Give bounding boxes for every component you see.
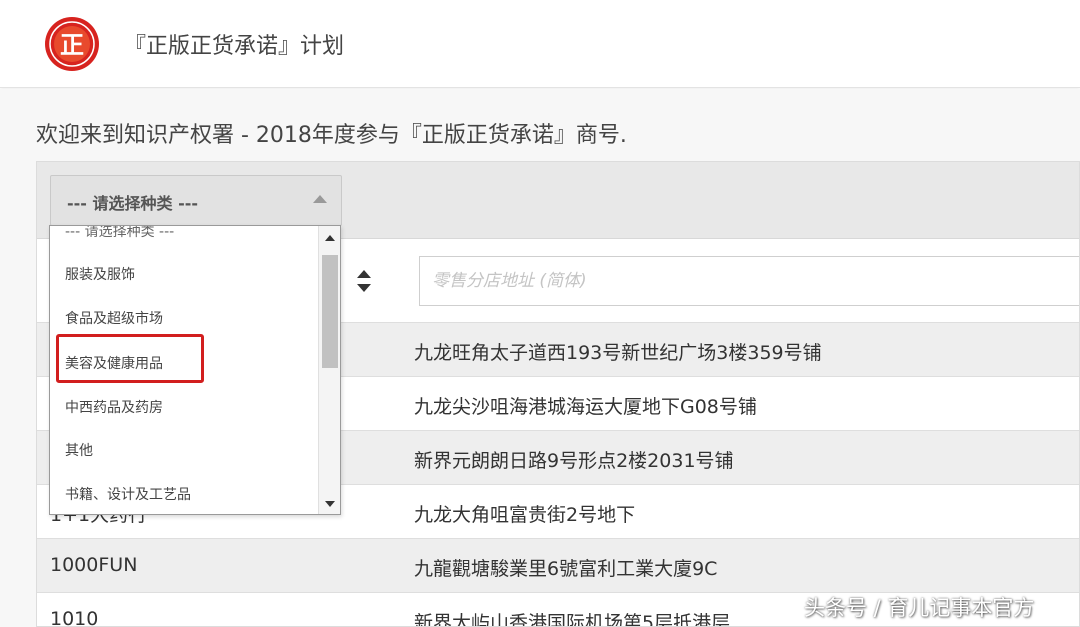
sort-icon[interactable]: [355, 268, 373, 294]
store-address: 九龙尖沙咀海港城海运大厦地下G08号铺: [414, 396, 757, 418]
dropdown-option[interactable]: 书籍、设计及工艺品: [65, 484, 191, 504]
watermark-text: 头条号 / 育儿记事本官方: [804, 596, 1035, 620]
store-name: 1010: [50, 608, 99, 627]
highlight-box: [56, 334, 204, 383]
store-address: 九龍觀塘駿業里6號富利工業大廈9C: [414, 558, 718, 580]
dropdown-scrollbar[interactable]: [318, 226, 340, 514]
app-header: 正 『正版正货承诺』计划: [0, 0, 1080, 88]
chevron-up-icon: [313, 195, 327, 203]
store-name: 1000FUN: [50, 554, 138, 576]
welcome-text: 欢迎来到知识产权署 - 2018年度参与『正版正货承诺』商号.: [36, 123, 627, 148]
page-title: 『正版正货承诺』计划: [124, 34, 345, 59]
dropdown-option[interactable]: 服装及服饰: [65, 264, 135, 284]
dropdown-option[interactable]: 食品及超级市场: [65, 308, 163, 328]
table-row[interactable]: 1000FUN 九龍觀塘駿業里6號富利工業大廈9C: [37, 538, 1079, 592]
scroll-down-icon[interactable]: [325, 501, 335, 507]
address-search-input[interactable]: [419, 256, 1079, 306]
category-select[interactable]: --- 请选择种类 ---: [50, 175, 342, 226]
scrollbar-thumb[interactable]: [322, 255, 338, 368]
zheng-seal-icon: 正: [45, 17, 99, 71]
store-address: 九龙大角咀富贵街2号地下: [414, 504, 636, 526]
dropdown-option[interactable]: 其他: [65, 440, 93, 460]
category-select-value: --- 请选择种类 ---: [67, 194, 198, 213]
dropdown-option[interactable]: 中西药品及药房: [65, 397, 163, 417]
store-address: 新界元朗朗日路9号形点2楼2031号铺: [414, 450, 734, 472]
store-address: 九龙旺角太子道西193号新世纪广场3楼359号铺: [414, 342, 822, 364]
logo-text: 正: [60, 31, 84, 59]
store-address: 新界大屿山香港国际机场第5层抵港层: [414, 612, 731, 627]
dropdown-option[interactable]: --- 请选择种类 ---: [65, 226, 174, 241]
scroll-up-icon[interactable]: [325, 235, 335, 241]
